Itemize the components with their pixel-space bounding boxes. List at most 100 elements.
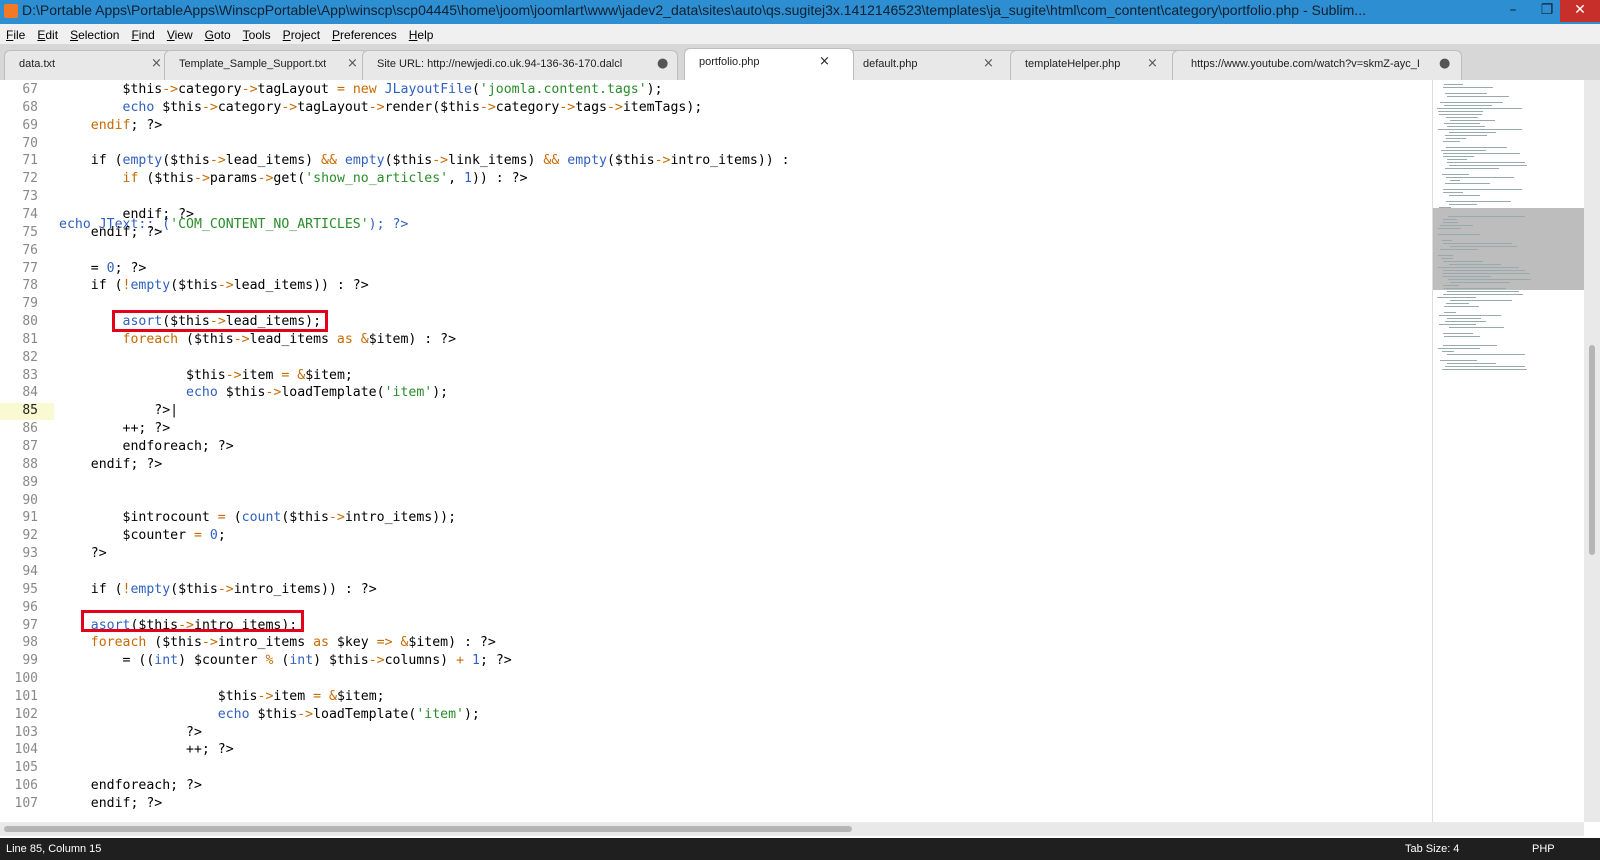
minimap-line (1444, 312, 1456, 313)
minimap-line (1442, 240, 1452, 241)
menu-help[interactable]: Help (403, 25, 440, 43)
line-number: 69 (22, 117, 38, 133)
tab-close-icon[interactable]: × (1147, 56, 1158, 71)
tab-site-url[interactable]: Site URL: http://newjedi.co.uk.94-136-36… (362, 50, 678, 80)
line-number: 91 (22, 510, 38, 526)
maximize-button[interactable]: ❐ (1530, 0, 1564, 22)
horizontal-scrollbar[interactable] (0, 822, 1584, 836)
tab-unsaved-dot-icon[interactable]: ● (1439, 56, 1450, 71)
line-number: 99 (22, 653, 38, 669)
minimap-line (1441, 258, 1453, 259)
line-number: 67 (22, 82, 38, 97)
code-text: foreach ($this->intro_items as $key => &… (90, 635, 496, 651)
minimap-line (1446, 177, 1514, 178)
minimap-line (1438, 111, 1483, 112)
line-number: 80 (22, 314, 38, 330)
minimap-line (1449, 195, 1480, 196)
vertical-scroll-thumb[interactable] (1589, 345, 1595, 555)
code-text: ?>| (59, 403, 179, 419)
minimap-line (1444, 306, 1479, 307)
line-number: 97 (22, 617, 38, 633)
menu-preferences[interactable]: Preferences (326, 25, 403, 43)
minimap-line (1439, 114, 1482, 115)
menu-goto[interactable]: Goto (199, 25, 237, 43)
status-bar: Line 85, Column 15 Tab Size: 4 PHP (0, 838, 1600, 860)
tab-strip: data.txt × Template_Sample_Support.txt ×… (0, 44, 1600, 80)
tab-close-icon[interactable]: × (983, 56, 994, 71)
highlight-box-asort-intro-items (81, 610, 304, 632)
line-number: 100 (14, 671, 38, 687)
minimize-button[interactable]: – (1496, 0, 1530, 22)
minimap-line (1450, 282, 1510, 283)
minimap-line (1443, 345, 1497, 346)
minimap-line (1447, 159, 1467, 160)
minimap-line (1450, 300, 1512, 301)
line-number: 83 (22, 367, 38, 383)
minimap-line (1438, 348, 1480, 349)
menu-project[interactable]: Project (277, 25, 326, 43)
minimap-line (1437, 108, 1522, 109)
minimap-line (1443, 87, 1493, 88)
tab-templatehelper-php[interactable]: templateHelper.php × (1010, 50, 1184, 80)
line-number: 95 (22, 581, 38, 597)
minimap-line (1445, 135, 1487, 136)
tab-close-icon[interactable]: × (151, 56, 162, 71)
minimap-line (1438, 255, 1453, 256)
tab-data-txt[interactable]: data.txt × (4, 50, 172, 80)
minimap-line (1446, 138, 1466, 139)
code-text: endforeach; ?> (90, 778, 202, 794)
minimap-line (1443, 189, 1522, 190)
line-number: 79 (22, 296, 38, 312)
code-text: ++; ?> (122, 421, 171, 437)
menu-edit[interactable]: Edit (31, 25, 64, 43)
minimap-line (1447, 126, 1485, 127)
line-number: 74 (22, 206, 38, 222)
menu-tools[interactable]: Tools (237, 25, 277, 43)
line-number: 85 (22, 403, 38, 419)
menu-bar: File Edit Selection Find View Goto Tools Projec… (0, 24, 1600, 44)
minimap-line (1446, 147, 1507, 148)
tab-close-icon[interactable]: × (819, 54, 830, 69)
menu-file[interactable]: File (0, 25, 31, 43)
minimap-line (1443, 261, 1483, 262)
tab-portfolio-php[interactable]: portfolio.php × (684, 48, 854, 80)
minimap-line (1449, 204, 1477, 205)
menu-find[interactable]: Find (125, 25, 160, 43)
code-text: endif; ?> (90, 456, 163, 472)
minimap-line (1438, 267, 1519, 268)
tab-unsaved-dot-icon[interactable]: ● (657, 56, 668, 71)
line-number: 76 (22, 242, 38, 258)
minimap-line (1443, 273, 1530, 274)
menu-view[interactable]: View (161, 25, 199, 43)
tab-close-icon[interactable]: × (347, 56, 358, 71)
minimap-line (1448, 216, 1525, 217)
minimap-line (1450, 246, 1517, 247)
syntax-indicator[interactable]: PHP (1532, 843, 1555, 855)
minimap-line (1444, 336, 1480, 337)
code-text: echo $this->category->tagLayout->render(… (122, 99, 703, 115)
tab-template-sample-support[interactable]: Template_Sample_Support.txt × (164, 50, 368, 80)
line-number: 78 (22, 278, 38, 294)
code-text: = 0; ?> (90, 260, 147, 276)
minimap-line (1443, 222, 1458, 223)
tab-size-indicator[interactable]: Tab Size: 4 (1405, 843, 1459, 855)
minimap-line (1443, 141, 1460, 142)
minimap-line (1439, 324, 1476, 325)
tab-youtube-url[interactable]: https://www.youtube.com/watch?v=skmZ-ayc… (1172, 50, 1462, 80)
tab-label: templateHelper.php (1025, 58, 1121, 70)
window-title: D:\Portable Apps\PortableApps\WinscpPort… (22, 2, 1366, 18)
tab-default-php[interactable]: default.php × (848, 50, 1022, 80)
line-number: 88 (22, 456, 38, 472)
code-text: $this->item = &$item; (59, 688, 385, 704)
minimap[interactable] (1432, 80, 1585, 822)
minimap-line (1440, 360, 1477, 361)
code-text: = ((int) $counter % (int) $this->columns… (122, 653, 512, 669)
close-button[interactable]: ✕ (1560, 0, 1600, 22)
code-editor[interactable]: 67 $this->category->tagLayout = new JLay… (0, 80, 1432, 822)
line-number: 92 (22, 528, 38, 544)
menu-selection[interactable]: Selection (64, 25, 125, 43)
horizontal-scroll-thumb[interactable] (4, 826, 852, 832)
vertical-scrollbar[interactable] (1584, 80, 1600, 822)
